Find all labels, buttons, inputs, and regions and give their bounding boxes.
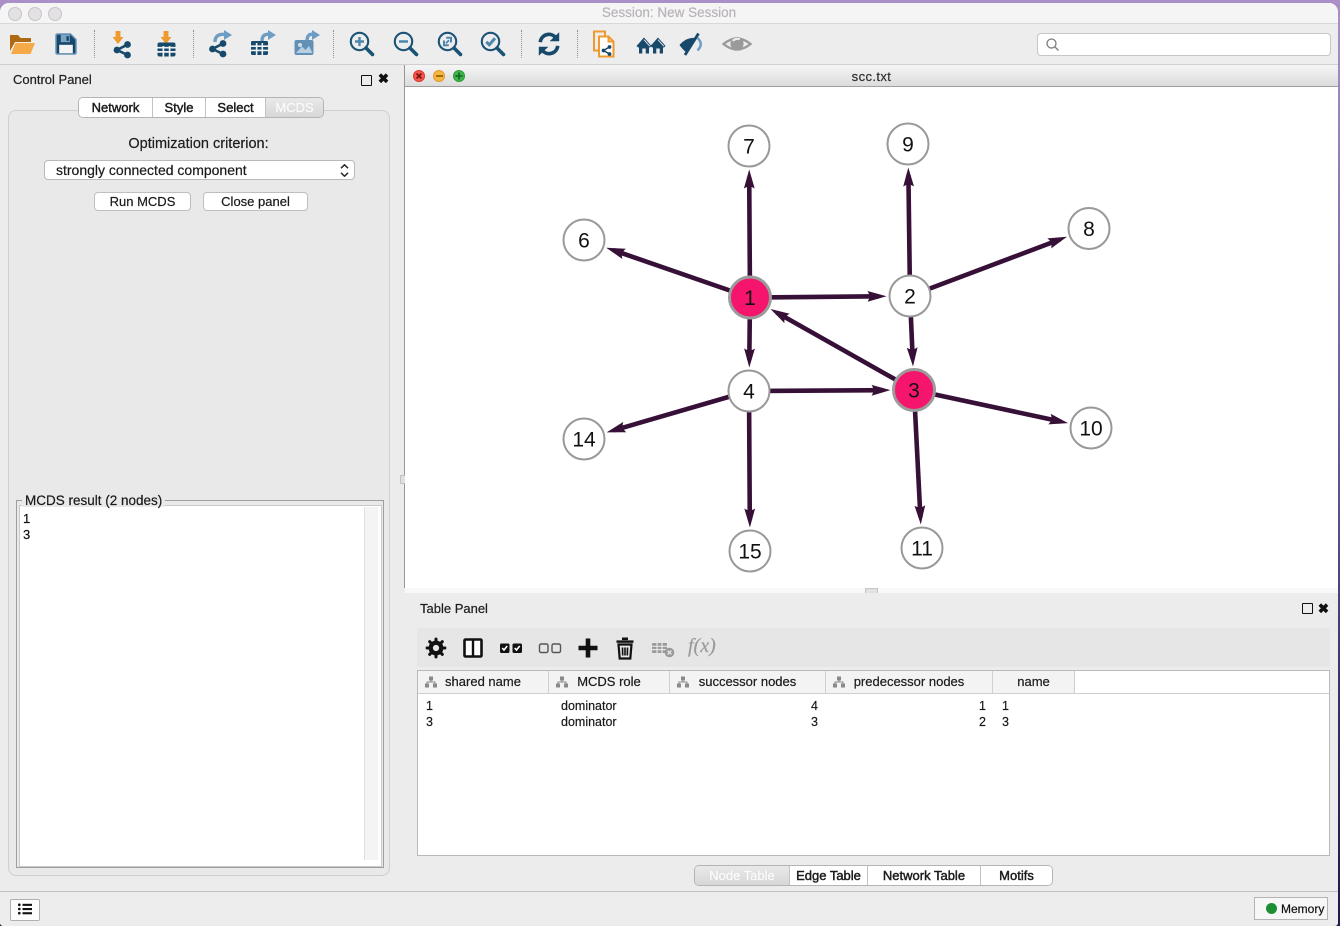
svg-text:7: 7 xyxy=(743,136,755,159)
svg-text:11: 11 xyxy=(911,538,933,561)
svg-text:14: 14 xyxy=(572,429,596,452)
svg-text:2: 2 xyxy=(904,286,916,309)
svg-text:10: 10 xyxy=(1079,418,1102,441)
svg-text:8: 8 xyxy=(1083,218,1095,241)
svg-text:3: 3 xyxy=(908,380,920,403)
svg-text:6: 6 xyxy=(578,230,590,253)
svg-text:1: 1 xyxy=(744,287,756,310)
svg-text:15: 15 xyxy=(738,541,761,564)
svg-text:4: 4 xyxy=(743,381,755,404)
svg-text:9: 9 xyxy=(902,134,914,157)
